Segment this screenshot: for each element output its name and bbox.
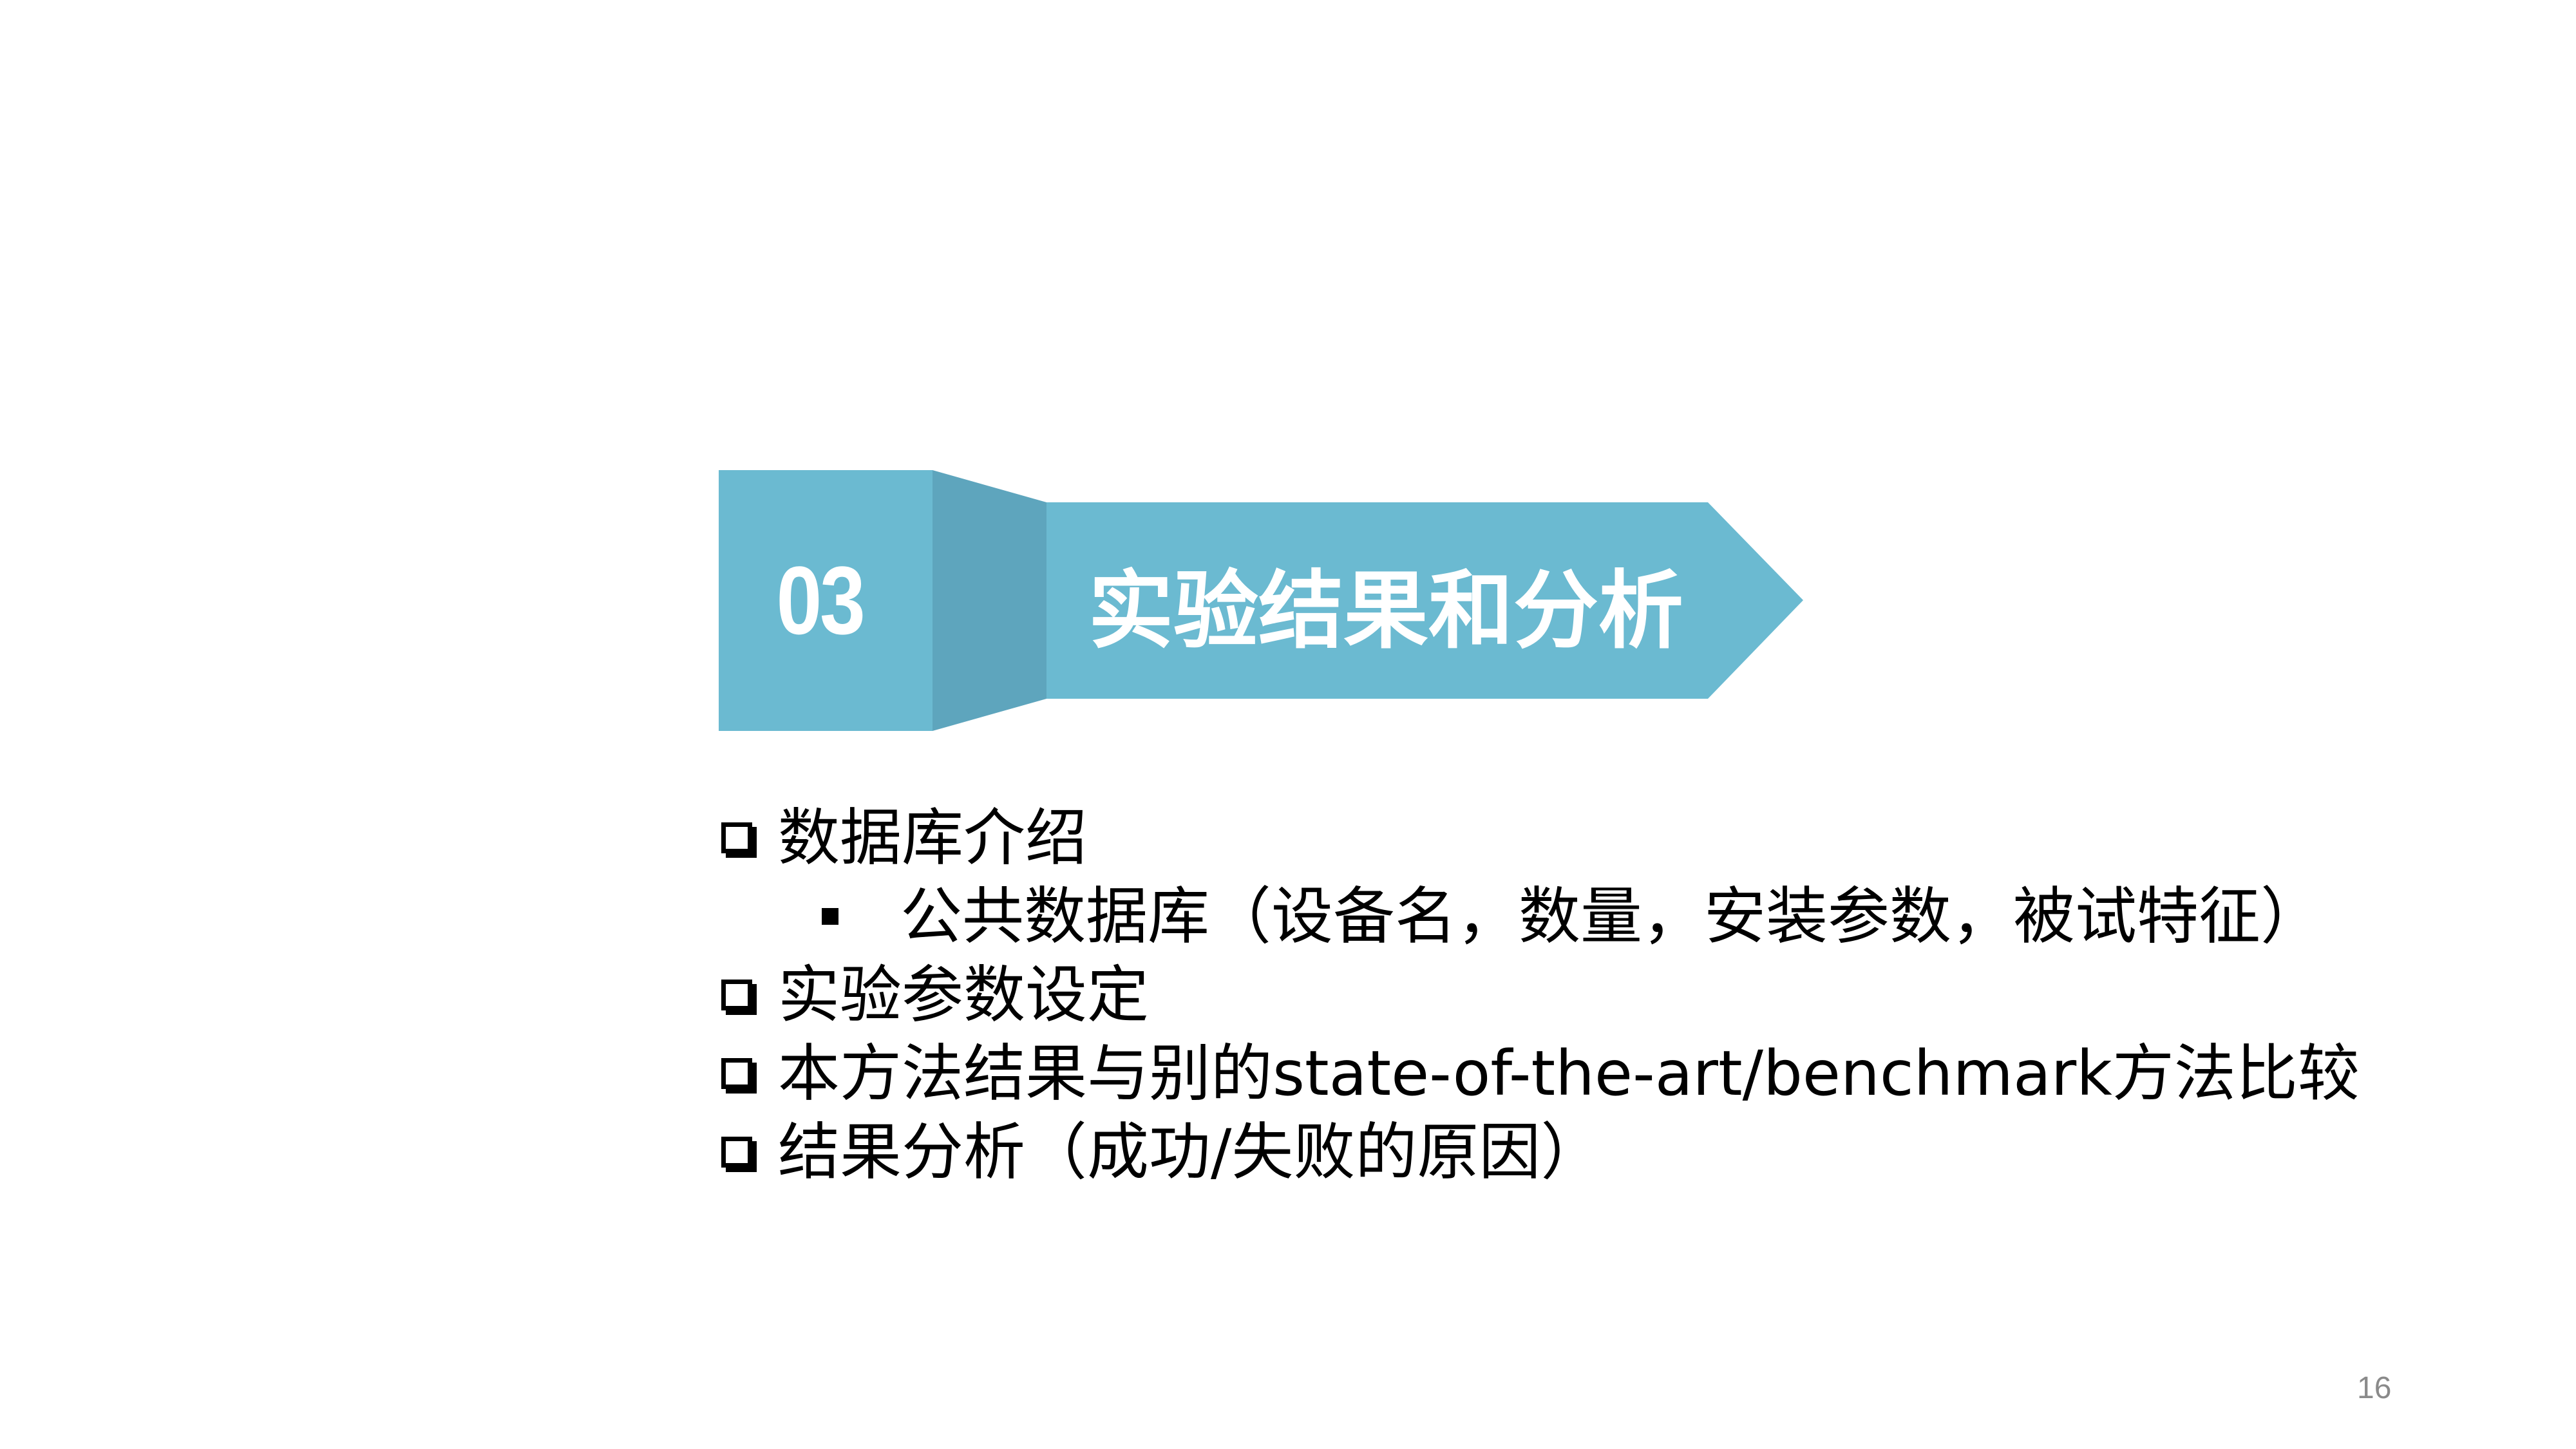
list-item: 实验参数设定 xyxy=(721,956,2524,1034)
list-item: 公共数据库（设备名，数量，安装参数，被试特征） xyxy=(721,877,2524,956)
checkbox-icon xyxy=(721,822,752,853)
list-item: 本方法结果与别的state-of-the-art/benchmark方法比较 xyxy=(721,1034,2524,1113)
list-item-text: 数据库介绍 xyxy=(778,802,1087,874)
section-title: 实验结果和分析 xyxy=(1088,561,1683,661)
list-item: 结果分析（成功/失败的原因） xyxy=(721,1113,2524,1191)
checkbox-icon xyxy=(721,1137,752,1168)
list-item-text: 实验参数设定 xyxy=(778,959,1149,1031)
page-number: 16 xyxy=(2357,1371,2392,1405)
outline-list: 数据库介绍 公共数据库（设备名，数量，安装参数，被试特征） 实验参数设定 本方法… xyxy=(721,799,2524,1191)
list-item-text: 公共数据库（设备名，数量，安装参数，被试特征） xyxy=(900,880,2322,952)
checkbox-icon xyxy=(721,980,752,1010)
section-banner xyxy=(719,470,1803,731)
list-item-text: 本方法结果与别的state-of-the-art/benchmark方法比较 xyxy=(778,1037,2360,1110)
square-bullet-icon xyxy=(822,908,838,925)
slide: 03 实验结果和分析 数据库介绍 公共数据库（设备名，数量，安装参数，被试特征）… xyxy=(0,0,2576,1449)
section-number: 03 xyxy=(776,545,865,654)
list-item-text: 结果分析（成功/失败的原因） xyxy=(778,1116,1603,1188)
checkbox-icon xyxy=(721,1058,752,1089)
banner-fold xyxy=(933,470,1046,731)
list-item: 数据库介绍 xyxy=(721,799,2524,877)
